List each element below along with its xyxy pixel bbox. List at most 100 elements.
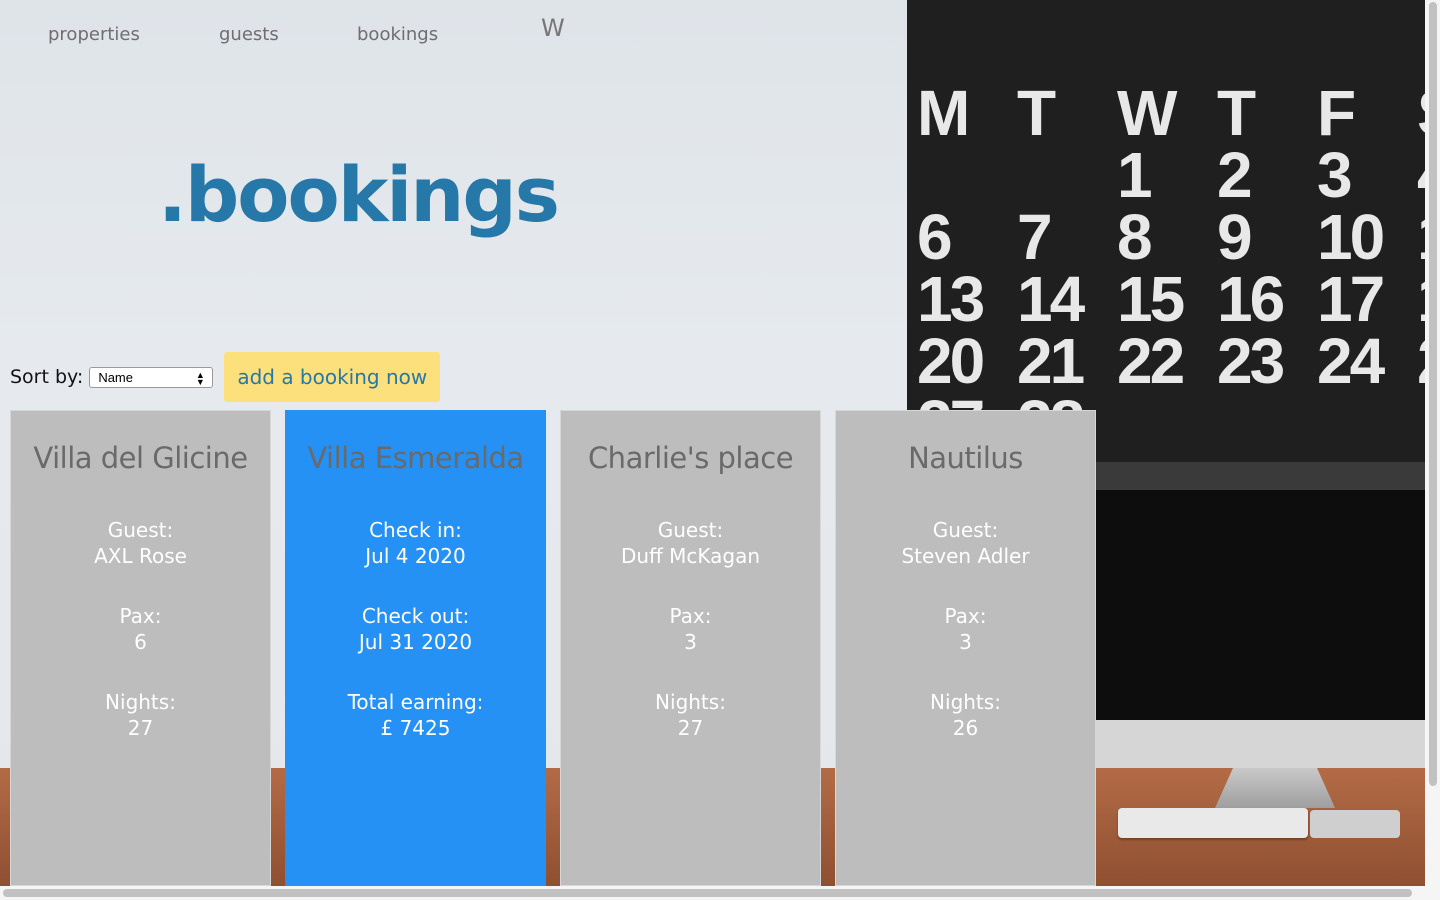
calendar-date-number: 6 [917, 201, 953, 273]
field-value: £ 7425 [380, 716, 451, 740]
site-logo[interactable]: W [541, 14, 565, 42]
calendar-date-number: 23 [1217, 325, 1285, 397]
field-value: Steven Adler [901, 544, 1030, 568]
nav-link-bookings[interactable]: bookings [357, 24, 438, 45]
monitor-screen [1094, 490, 1425, 720]
calendar-date-number: 3 [1317, 139, 1353, 211]
calendar-date-number [1117, 392, 1217, 454]
background-trackpad [1310, 810, 1400, 838]
field-value: Jul 31 2020 [358, 630, 473, 654]
sort-selected-value: Name [98, 369, 133, 385]
calendar-day-letter: S [1417, 81, 1425, 145]
field-value: 3 [684, 630, 697, 654]
booking-card-title: Nautilus [908, 441, 1023, 475]
calendar-date-number: 1 [1117, 139, 1153, 211]
sort-row: Sort by: Name ▲▼ add a booking now [10, 352, 441, 402]
calendar-date-number: 11 [1417, 205, 1425, 269]
calendar-date-number: 25 [1417, 329, 1425, 393]
calendar-date-number [917, 144, 1017, 206]
nav-link-guests[interactable]: guests [219, 24, 279, 45]
field-label: Pax: [669, 604, 712, 628]
calendar-date-number: 4 [1417, 143, 1425, 207]
calendar-date-number [1017, 144, 1117, 206]
sort-select[interactable]: Name ▲▼ [89, 366, 214, 388]
calendar-date-number: 8 [1117, 201, 1153, 273]
field-value: Jul 4 2020 [365, 544, 466, 568]
calendar-date-number: 9 [1217, 201, 1253, 273]
monitor-chin [1094, 720, 1425, 768]
field-label: Pax: [944, 604, 987, 628]
booking-card-field: Guest: AXL Rose [11, 517, 270, 569]
booking-card-field: Guest: Duff McKagan [561, 517, 820, 569]
calendar-date-number [1317, 392, 1417, 454]
booking-card-title: Charlie's place [587, 441, 794, 475]
calendar-date-number: 21 [1017, 325, 1085, 397]
booking-card[interactable]: Villa Esmeralda Check in: Jul 4 2020 Check … [285, 410, 546, 886]
calendar-day-letter: M [917, 77, 970, 149]
booking-card-field: Nights: 27 [561, 689, 820, 741]
field-label: Check in: [369, 518, 462, 542]
calendar-day-letter: T [1217, 77, 1256, 149]
calendar-date-number [1417, 392, 1425, 454]
booking-card-field: Nights: 27 [11, 689, 270, 741]
booking-card-field: Pax: 3 [561, 603, 820, 655]
apple-logo-icon [1266, 737, 1282, 755]
calendar-day-letter: T [1017, 77, 1056, 149]
calendar-date-number: 14 [1017, 263, 1085, 335]
field-label: Pax: [119, 604, 162, 628]
booking-card[interactable]: Villa del Glicine Guest: AXL Rose Pax: 6 Nigh… [10, 410, 271, 886]
calendar-date-number: 20 [917, 325, 985, 397]
field-label: Nights: [105, 690, 176, 714]
booking-card-title: Villa del Glicine [33, 441, 248, 475]
field-value: 27 [127, 716, 154, 740]
booking-card[interactable]: Nautilus Guest: Steven Adler Pax: 3 Nights: 26 [835, 410, 1096, 886]
field-label: Guest: [932, 518, 999, 542]
nav-link-properties[interactable]: properties [48, 24, 140, 45]
booking-card-title: Villa Esmeralda [307, 441, 524, 475]
calendar-date-number: 16 [1217, 263, 1285, 335]
field-value: 26 [952, 716, 979, 740]
select-arrows-icon: ▲▼ [195, 370, 206, 384]
calendar-date-number: 18 [1417, 267, 1425, 331]
calendar-date-number: 17 [1317, 263, 1385, 335]
calendar-date-number: 7 [1017, 201, 1053, 273]
booking-card-field: Check in: Jul 4 2020 [286, 517, 545, 569]
background-keyboard [1118, 808, 1308, 838]
booking-card-field: Pax: 6 [11, 603, 270, 655]
booking-cards: Villa del Glicine Guest: AXL Rose Pax: 6 Nigh… [10, 410, 1096, 886]
calendar-day-letter: W [1117, 77, 1177, 149]
calendar-date-number: 10 [1317, 201, 1385, 273]
horizontal-scrollbar-thumb[interactable] [3, 889, 1412, 897]
field-value: 27 [677, 716, 704, 740]
field-label: Nights: [930, 690, 1001, 714]
field-value: AXL Rose [94, 544, 187, 568]
background-calendar-poster: MTWTFS1234678910111314151617182021222324… [907, 0, 1425, 462]
booking-card-field: Guest: Steven Adler [836, 517, 1095, 569]
add-booking-button[interactable]: add a booking now [224, 352, 441, 402]
booking-card-field: Nights: 26 [836, 689, 1095, 741]
field-label: Guest: [107, 518, 174, 542]
field-value: 6 [134, 630, 147, 654]
sort-label: Sort by: [10, 366, 84, 388]
calendar-date-number: 2 [1217, 139, 1253, 211]
vertical-scrollbar-thumb[interactable] [1429, 2, 1437, 786]
field-value: Duff McKagan [620, 544, 761, 568]
calendar-date-number: 22 [1117, 325, 1185, 397]
field-label: Nights: [655, 690, 726, 714]
calendar-date-number: 13 [917, 263, 985, 335]
booking-card-field: Total earning: £ 7425 [286, 689, 545, 741]
calendar-day-letter: F [1317, 77, 1356, 149]
top-nav: properties guests bookings W [0, 0, 700, 60]
page-title: .bookings [158, 150, 560, 239]
calendar-date-number: 15 [1117, 263, 1185, 335]
field-label: Guest: [657, 518, 724, 542]
calendar-date-number [1217, 392, 1317, 454]
booking-card[interactable]: Charlie's place Guest: Duff McKagan Pax: 3 Ni… [560, 410, 821, 886]
calendar-date-number: 24 [1317, 325, 1385, 397]
monitor-stand [1215, 768, 1335, 808]
field-value: 3 [959, 630, 972, 654]
field-label: Total earning: [347, 690, 484, 714]
booking-card-field: Check out: Jul 31 2020 [286, 603, 545, 655]
field-label: Check out: [361, 604, 470, 628]
calendar-grid: MTWTFS1234678910111314151617182021222324… [917, 77, 1425, 455]
